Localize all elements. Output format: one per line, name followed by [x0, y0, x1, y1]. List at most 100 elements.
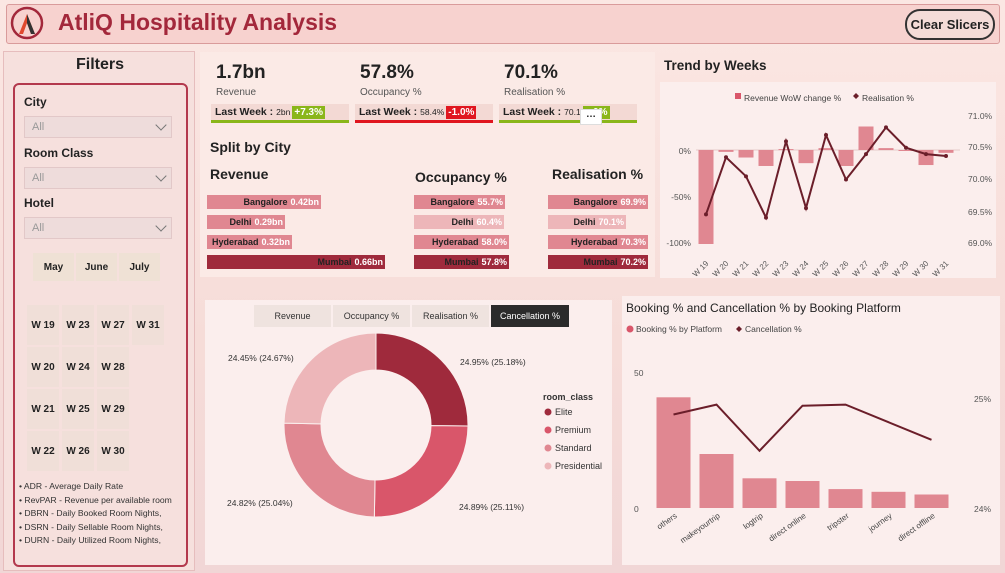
hotel-label: Hotel — [24, 196, 54, 210]
donut-label: 24.82% (25.04%) — [227, 498, 293, 508]
legend-label: Elite — [555, 407, 573, 417]
glossary-item: • DBRN - Daily Booked Room Nights, — [19, 508, 162, 519]
right-tick: 69.0% — [968, 238, 993, 248]
tab-occupancy[interactable]: Occupancy % — [333, 305, 410, 327]
legend-bar-label: Revenue WoW change % — [744, 93, 842, 103]
kpi-occupancy-value: 57.8% — [360, 62, 414, 83]
split-title: Split by City — [210, 139, 291, 155]
week-button[interactable]: W 30 — [97, 431, 129, 471]
chevron-down-icon — [155, 119, 167, 131]
week-button[interactable]: W 19 — [27, 305, 59, 345]
city-name: Delhi — [573, 217, 596, 227]
trend-title: Trend by Weeks — [664, 58, 767, 73]
donut-slice — [283, 422, 376, 518]
month-button-june[interactable]: June — [76, 253, 117, 281]
week-button[interactable]: W 20 — [27, 347, 59, 387]
city-value: 57.8% — [481, 257, 507, 267]
week-button[interactable]: W 31 — [132, 305, 164, 345]
more-options-icon[interactable]: … — [580, 109, 602, 125]
city-bar[interactable]: Delhi 70.1% — [548, 215, 626, 229]
room-class-label: Room Class — [24, 146, 94, 160]
change-badge: +7.3% — [292, 105, 325, 119]
right-tick: 70.5% — [968, 142, 993, 152]
wow-change-bar — [878, 148, 894, 150]
city-bar[interactable]: Delhi 60.4% — [414, 215, 504, 229]
city-bar[interactable]: Mumbai 57.8% — [414, 255, 509, 269]
app-title: AtliQ Hospitality Analysis — [58, 9, 338, 35]
city-value: 55.7% — [477, 197, 503, 207]
left-tick: 0 — [634, 504, 639, 514]
tab-realisation[interactable]: Realisation % — [412, 305, 489, 327]
tab-revenue[interactable]: Revenue — [254, 305, 331, 327]
realisation-point — [744, 174, 748, 179]
lastweek-value: 58.4% — [420, 107, 445, 117]
city-bar[interactable]: Bangalore 69.9% — [548, 195, 648, 209]
split-occupancy-title: Occupancy % — [415, 169, 507, 185]
donut-slice — [373, 425, 469, 518]
week-tick-label: W 31 — [931, 259, 951, 278]
tab-cancellation[interactable]: Cancellation % — [491, 305, 569, 327]
city-bar[interactable]: Hyderabad 0.32bn — [207, 235, 292, 249]
city-name: Delhi — [229, 217, 252, 227]
week-tick-label: W 27 — [851, 259, 871, 278]
week-tick-label: W 26 — [831, 259, 851, 278]
donut-legend-title: room_class — [543, 392, 593, 402]
city-name: Mumbai — [317, 257, 352, 267]
week-tick-label: W 25 — [811, 259, 831, 278]
week-tick-label: W 29 — [891, 259, 911, 278]
legend-bar-swatch — [626, 325, 634, 333]
filters-title: Filters — [75, 56, 124, 73]
city-name: Hyderabad — [570, 237, 618, 247]
left-tick: -50% — [671, 192, 691, 202]
platform-tick-label: journey — [866, 511, 893, 534]
week-tick-label: W 21 — [731, 259, 751, 278]
left-tick: 0% — [679, 146, 692, 156]
kpi-revenue-lastweek: Last Week : 2bn +7.3% — [211, 104, 349, 123]
city-name: Bangalore — [573, 197, 618, 207]
realisation-point — [904, 145, 908, 150]
change-badge: -1.0% — [446, 105, 477, 119]
realisation-point — [704, 212, 708, 217]
glossary-item: • DSRN - Daily Sellable Room Nights, — [19, 521, 163, 532]
month-button-may[interactable]: May — [33, 253, 74, 281]
legend-swatch — [544, 462, 552, 470]
week-button[interactable]: W 21 — [27, 389, 59, 429]
room-class-dropdown[interactable]: All — [24, 167, 172, 189]
donut-label: 24.45% (24.67%) — [228, 353, 294, 363]
city-bar[interactable]: Mumbai 0.66bn — [207, 255, 385, 269]
wow-change-bar — [778, 149, 794, 151]
right-tick: 70.0% — [968, 174, 993, 184]
hotel-dropdown[interactable]: All — [24, 217, 172, 239]
legend-label: Presidential — [555, 461, 602, 471]
week-button[interactable]: W 26 — [62, 431, 94, 471]
week-button[interactable]: W 24 — [62, 347, 94, 387]
legend-line-swatch — [736, 326, 742, 332]
city-name: Bangalore — [430, 197, 475, 207]
city-bar[interactable]: Bangalore 0.42bn — [207, 195, 321, 209]
month-button-july[interactable]: July — [119, 253, 160, 281]
measure-tabs: Revenue Occupancy % Realisation % Cancel… — [254, 305, 571, 327]
city-value: 0.32bn — [261, 237, 290, 247]
city-value: 70.2% — [620, 257, 646, 267]
booking-bar — [871, 491, 906, 508]
city-bar[interactable]: Bangalore 55.7% — [414, 195, 505, 209]
right-tick: 24% — [974, 504, 991, 514]
week-button[interactable]: W 25 — [62, 389, 94, 429]
city-bar[interactable]: Mumbai 70.2% — [548, 255, 648, 269]
city-value: 0.42bn — [290, 197, 319, 207]
week-button[interactable]: W 22 — [27, 431, 59, 471]
city-bar[interactable]: Hyderabad 70.3% — [548, 235, 648, 249]
week-button[interactable]: W 29 — [97, 389, 129, 429]
realisation-point — [784, 139, 788, 144]
clear-slicers-button[interactable]: Clear Slicers — [905, 9, 995, 40]
city-bar[interactable]: Hyderabad 58.0% — [414, 235, 509, 249]
city-dropdown[interactable]: All — [24, 116, 172, 138]
city-name: Hyderabad — [211, 237, 259, 247]
wow-change-bar — [738, 150, 754, 158]
split-realisation-title: Realisation % — [552, 166, 644, 182]
week-button[interactable]: W 28 — [97, 347, 129, 387]
week-button[interactable]: W 23 — [62, 305, 94, 345]
week-button[interactable]: W 27 — [97, 305, 129, 345]
city-bar[interactable]: Delhi 0.29bn — [207, 215, 285, 229]
trend-chart: Revenue WoW change % Realisation % 0% -5… — [666, 93, 993, 278]
